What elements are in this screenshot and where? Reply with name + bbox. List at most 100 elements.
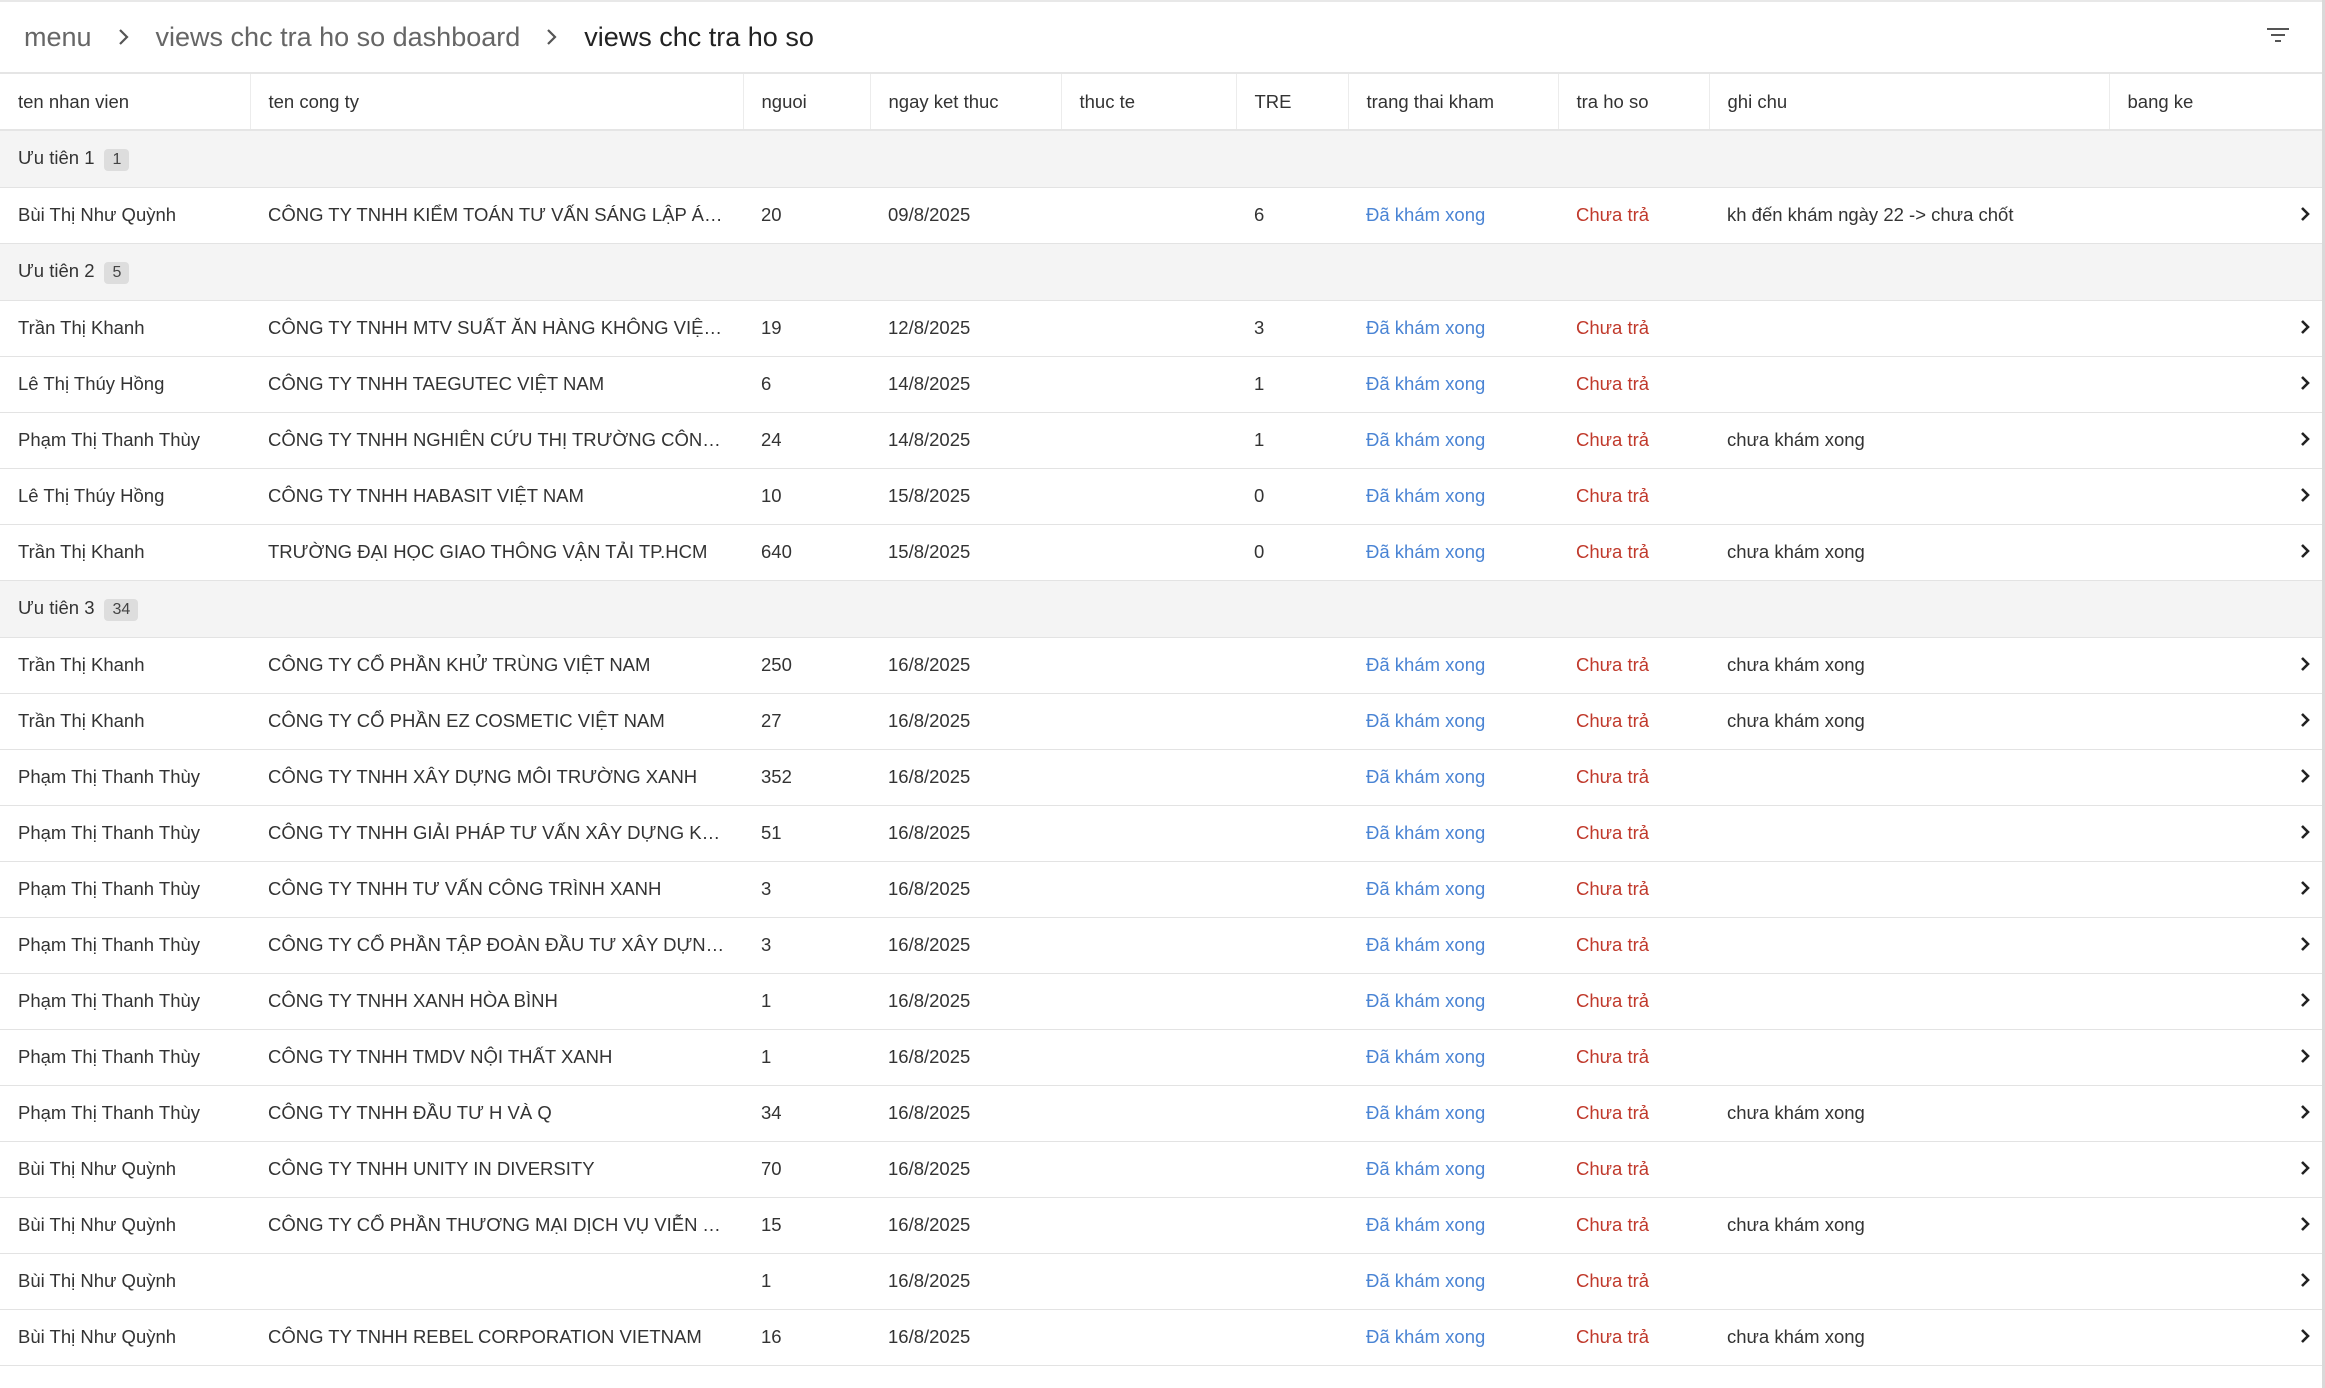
cell-statement bbox=[2109, 1141, 2322, 1198]
table-row[interactable]: Lê Thị Thúy Hồng CÔNG TY TNHH HABASIT VIỆ… bbox=[0, 468, 2322, 525]
cell-exam-status[interactable]: Đã khám xong bbox=[1348, 1141, 1558, 1198]
cell-actual bbox=[1061, 524, 1236, 581]
cell-employee-name: Bùi Thị Như Quỳnh bbox=[0, 1197, 250, 1254]
group-row[interactable]: Ưu tiên 3 34 bbox=[0, 580, 2322, 638]
chevron-right-icon[interactable] bbox=[2300, 318, 2310, 340]
cell-late: 6 bbox=[1236, 187, 1348, 244]
cell-exam-status[interactable]: Đã khám xong bbox=[1348, 917, 1558, 974]
breadcrumb-menu[interactable]: menu bbox=[24, 22, 92, 53]
cell-employee-name: Bùi Thị Như Quỳnh bbox=[0, 187, 250, 244]
table-row[interactable]: Phạm Thị Thanh Thùy CÔNG TY TNHH GIẢI PHÁ… bbox=[0, 805, 2322, 862]
cell-exam-status[interactable]: Đã khám xong bbox=[1348, 805, 1558, 862]
cell-exam-status[interactable]: Đã khám xong bbox=[1348, 412, 1558, 469]
cell-employee-name: Lê Thị Thúy Hồng bbox=[0, 356, 250, 413]
column-header-actual[interactable]: thuc te bbox=[1061, 74, 1237, 131]
cell-exam-status[interactable]: Đã khám xong bbox=[1348, 468, 1558, 525]
chevron-right-icon[interactable] bbox=[2300, 991, 2310, 1013]
chevron-right-icon[interactable] bbox=[2300, 542, 2310, 564]
column-header-employee-name[interactable]: ten nhan vien bbox=[0, 74, 251, 131]
cell-exam-status[interactable]: Đã khám xong bbox=[1348, 637, 1558, 694]
cell-end-date: 16/8/2025 bbox=[870, 1141, 1061, 1198]
table-row[interactable]: Lê Thị Thúy Hồng CÔNG TY TNHH TAEGUTEC VI… bbox=[0, 356, 2322, 413]
chevron-right-icon[interactable] bbox=[2300, 767, 2310, 789]
cell-exam-status[interactable]: Đã khám xong bbox=[1348, 356, 1558, 413]
column-header-people-count[interactable]: nguoi bbox=[743, 74, 871, 131]
table-row[interactable]: Phạm Thị Thanh Thùy CÔNG TY TNHH ĐẦU TƯ H… bbox=[0, 1085, 2322, 1142]
cell-exam-status[interactable]: Đã khám xong bbox=[1348, 749, 1558, 806]
cell-exam-status[interactable]: Đã khám xong bbox=[1348, 1029, 1558, 1086]
table-row[interactable]: Phạm Thị Thanh Thùy CÔNG TY TNHH TƯ VẤN C… bbox=[0, 861, 2322, 918]
cell-employee-name: Phạm Thị Thanh Thùy bbox=[0, 805, 250, 862]
cell-employee-name: Trần Thị Khanh bbox=[0, 637, 250, 694]
group-count-badge: 34 bbox=[104, 598, 139, 621]
column-header-late[interactable]: TRE bbox=[1236, 74, 1349, 131]
table-row[interactable]: Phạm Thị Thanh Thùy CÔNG TY TNHH XÂY DỰNG… bbox=[0, 749, 2322, 806]
group-row[interactable]: Ưu tiên 1 1 bbox=[0, 130, 2322, 188]
chevron-right-icon[interactable] bbox=[2300, 1047, 2310, 1069]
column-header-statement[interactable]: bang ke bbox=[2109, 74, 2322, 131]
chevron-right-icon[interactable] bbox=[2300, 374, 2310, 396]
cell-actual bbox=[1061, 356, 1236, 413]
table-header-row: ten nhan vien ten cong ty nguoi ngay ket th… bbox=[0, 74, 2322, 131]
cell-actual bbox=[1061, 300, 1236, 357]
cell-exam-status[interactable]: Đã khám xong bbox=[1348, 1309, 1558, 1366]
chevron-right-icon[interactable] bbox=[2300, 205, 2310, 227]
column-header-note[interactable]: ghi chu bbox=[1709, 74, 2110, 131]
cell-people-count: 10 bbox=[743, 468, 870, 525]
cell-statement bbox=[2109, 1085, 2322, 1142]
table-row[interactable]: Bùi Thị Như Quỳnh CÔNG TY TNHH KIỂM TOÁN … bbox=[0, 187, 2322, 244]
table-row[interactable]: Trần Thị Khanh CÔNG TY TNHH MTV SUẤT ĂN H… bbox=[0, 300, 2322, 357]
chevron-right-icon[interactable] bbox=[2300, 1103, 2310, 1125]
cell-company-name: CÔNG TY TNHH REBEL CORPORATION VIETNAM bbox=[250, 1309, 743, 1366]
cell-people-count: 1 bbox=[743, 973, 870, 1030]
table-row[interactable]: Phạm Thị Thanh Thùy CÔNG TY CỔ PHẦN TẬP Đ… bbox=[0, 917, 2322, 974]
table-row[interactable]: Trần Thị Khanh TRƯỜNG ĐẠI HỌC GIAO THÔNG … bbox=[0, 524, 2322, 581]
cell-exam-status[interactable]: Đã khám xong bbox=[1348, 1253, 1558, 1310]
cell-end-date: 16/8/2025 bbox=[870, 637, 1061, 694]
column-header-company-name[interactable]: ten cong ty bbox=[250, 74, 744, 131]
table-row[interactable]: Trần Thị Khanh CÔNG TY CỔ PHẦN EZ COSMETI… bbox=[0, 693, 2322, 750]
cell-company-name: CÔNG TY TNHH HABASIT VIỆT NAM bbox=[250, 468, 743, 525]
cell-exam-status[interactable]: Đã khám xong bbox=[1348, 973, 1558, 1030]
chevron-right-icon[interactable] bbox=[2300, 1215, 2310, 1237]
chevron-right-icon[interactable] bbox=[2300, 655, 2310, 677]
cell-record-return: Chưa trả bbox=[1558, 637, 1709, 694]
cell-exam-status[interactable]: Đã khám xong bbox=[1348, 861, 1558, 918]
chevron-right-icon[interactable] bbox=[2300, 879, 2310, 901]
chevron-right-icon[interactable] bbox=[2300, 823, 2310, 845]
cell-exam-status[interactable]: Đã khám xong bbox=[1348, 1085, 1558, 1142]
cell-employee-name: Lê Thị Thúy Hồng bbox=[0, 468, 250, 525]
cell-exam-status[interactable]: Đã khám xong bbox=[1348, 300, 1558, 357]
table-row[interactable]: Phạm Thị Thanh Thùy CÔNG TY TNHH NGHIÊN C… bbox=[0, 412, 2322, 469]
cell-people-count: 3 bbox=[743, 917, 870, 974]
group-row[interactable]: Ưu tiên 2 5 bbox=[0, 243, 2322, 301]
chevron-right-icon[interactable] bbox=[2300, 1159, 2310, 1181]
cell-people-count: 250 bbox=[743, 637, 870, 694]
table-row[interactable]: Trần Thị Khanh CÔNG TY CỔ PHẦN KHỬ TRÙNG … bbox=[0, 637, 2322, 694]
table-row[interactable]: Phạm Thị Thanh Thùy CÔNG TY TNHH TMDV NỘI… bbox=[0, 1029, 2322, 1086]
cell-company-name bbox=[250, 1253, 743, 1310]
chevron-right-icon[interactable] bbox=[2300, 711, 2310, 733]
table-row[interactable]: Bùi Thị Như Quỳnh CÔNG TY CỔ PHẦN THƯƠNG … bbox=[0, 1197, 2322, 1254]
chevron-right-icon[interactable] bbox=[2300, 1327, 2310, 1349]
column-header-record-return[interactable]: tra ho so bbox=[1558, 74, 1710, 131]
table-row[interactable]: Phạm Thị Thanh Thùy CÔNG TY TNHH XANH HÒA… bbox=[0, 973, 2322, 1030]
cell-exam-status[interactable]: Đã khám xong bbox=[1348, 1197, 1558, 1254]
chevron-right-icon[interactable] bbox=[2300, 486, 2310, 508]
table-row[interactable]: Bùi Thị Như Quỳnh CÔNG TY TNHH UNITY IN D… bbox=[0, 1141, 2322, 1198]
breadcrumb-dashboard[interactable]: views chc tra ho so dashboard bbox=[156, 22, 521, 53]
column-header-end-date[interactable]: ngay ket thuc bbox=[870, 74, 1062, 131]
chevron-right-icon[interactable] bbox=[2300, 1271, 2310, 1293]
chevron-right-icon[interactable] bbox=[2300, 430, 2310, 452]
group-cell: Ưu tiên 3 34 bbox=[0, 580, 2322, 638]
cell-statement bbox=[2109, 749, 2322, 806]
cell-exam-status[interactable]: Đã khám xong bbox=[1348, 187, 1558, 244]
chevron-right-icon[interactable] bbox=[2300, 935, 2310, 957]
filter-button[interactable] bbox=[2258, 17, 2298, 57]
table-row[interactable]: Bùi Thị Như Quỳnh CÔNG TY TNHH REBEL CORP… bbox=[0, 1309, 2322, 1366]
cell-people-count: 24 bbox=[743, 412, 870, 469]
cell-exam-status[interactable]: Đã khám xong bbox=[1348, 524, 1558, 581]
column-header-exam-status[interactable]: trang thai kham bbox=[1348, 74, 1559, 131]
cell-exam-status[interactable]: Đã khám xong bbox=[1348, 693, 1558, 750]
table-row[interactable]: Bùi Thị Như Quỳnh 1 16/8/2025 Đã khám xong C… bbox=[0, 1253, 2322, 1310]
